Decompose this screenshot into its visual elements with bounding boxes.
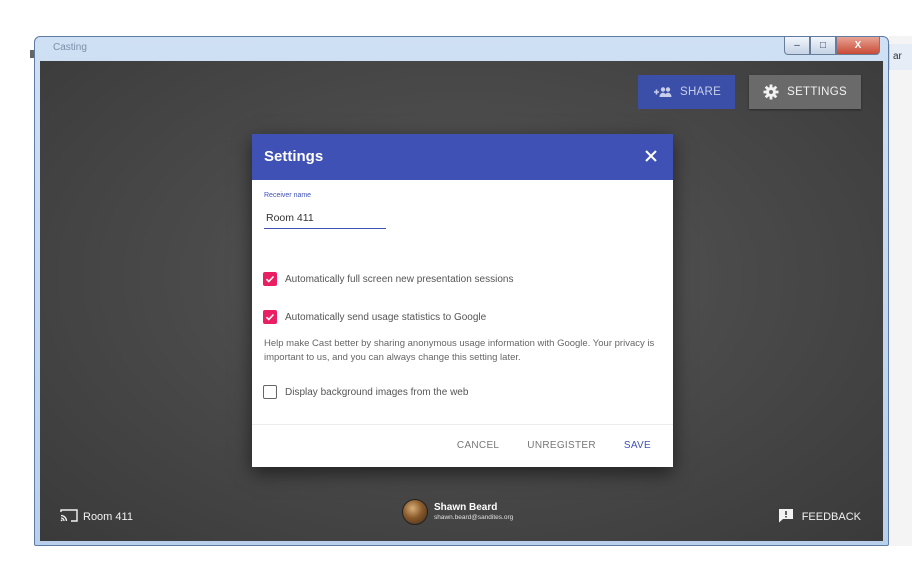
- background-images-option[interactable]: Display background images from the web: [263, 385, 468, 399]
- settings-label: SETTINGS: [787, 86, 847, 98]
- share-button[interactable]: SHARE: [637, 75, 736, 109]
- maximize-button[interactable]: □: [810, 37, 836, 55]
- window-title: Casting: [53, 42, 87, 53]
- save-button[interactable]: SAVE: [624, 440, 651, 451]
- unregister-button[interactable]: UNREGISTER: [527, 440, 596, 451]
- desktop-right: [889, 36, 912, 546]
- receiver-indicator: Room 411: [60, 508, 133, 525]
- receiver-name-text: Room 411: [83, 510, 133, 523]
- add-people-icon: [652, 86, 672, 98]
- minimize-button[interactable]: –: [784, 37, 810, 55]
- fullscreen-option-label: Automatically full screen new presentati…: [285, 273, 514, 285]
- check-icon: [265, 275, 275, 283]
- usage-help-text: Help make Cast better by sharing anonymo…: [264, 338, 655, 363]
- feedback-icon: [778, 508, 794, 526]
- usage-stats-option[interactable]: Automatically send usage statistics to G…: [263, 310, 486, 324]
- dialog-header: Settings: [252, 134, 673, 180]
- dialog-title: Settings: [264, 148, 324, 165]
- dialog-divider: [252, 424, 673, 425]
- close-icon[interactable]: [641, 146, 661, 166]
- usage-stats-checkbox[interactable]: [263, 310, 277, 324]
- top-actions: SHARE SETTINGS: [637, 75, 861, 109]
- window-controls: – □ X: [784, 37, 880, 55]
- user-name: Shawn Beard: [434, 502, 498, 513]
- cast-icon: [60, 508, 78, 525]
- app-window: Casting – □ X SHARE SETTINGS Settings Re…: [34, 36, 889, 546]
- gear-icon: [763, 84, 779, 100]
- usage-stats-option-label: Automatically send usage statistics to G…: [285, 311, 487, 323]
- check-icon: [265, 313, 275, 321]
- settings-button[interactable]: SETTINGS: [749, 75, 861, 109]
- desktop-top: [0, 0, 912, 36]
- cancel-button[interactable]: CANCEL: [457, 440, 499, 451]
- share-label: SHARE: [679, 86, 722, 98]
- settings-dialog: Settings Receiver name Automatically ful…: [252, 134, 673, 467]
- user-email: shawn.beard@sandites.org: [434, 514, 514, 521]
- close-window-button[interactable]: X: [836, 37, 880, 55]
- cast-receiver-page: SHARE SETTINGS Settings Receiver name Ro…: [40, 61, 883, 541]
- fullscreen-option[interactable]: Automatically full screen new presentati…: [263, 272, 513, 286]
- background-window-tab[interactable]: ar: [889, 44, 912, 70]
- desktop-bottom: [0, 546, 912, 574]
- fullscreen-checkbox[interactable]: [263, 272, 277, 286]
- receiver-name-input[interactable]: [264, 208, 386, 229]
- avatar: [402, 499, 428, 525]
- background-images-checkbox[interactable]: [263, 385, 277, 399]
- background-images-option-label: Display background images from the web: [285, 386, 469, 398]
- window-titlebar[interactable]: Casting – □ X: [35, 37, 888, 61]
- feedback-button[interactable]: FEEDBACK: [778, 508, 861, 526]
- dialog-actions: CANCEL UNREGISTER SAVE: [457, 440, 651, 451]
- feedback-label: FEEDBACK: [801, 511, 861, 523]
- user-info: Shawn Beard shawn.beard@sandites.org: [434, 502, 513, 522]
- user-account[interactable]: Shawn Beard shawn.beard@sandites.org: [402, 499, 513, 525]
- receiver-name-label: Receiver name: [264, 192, 312, 199]
